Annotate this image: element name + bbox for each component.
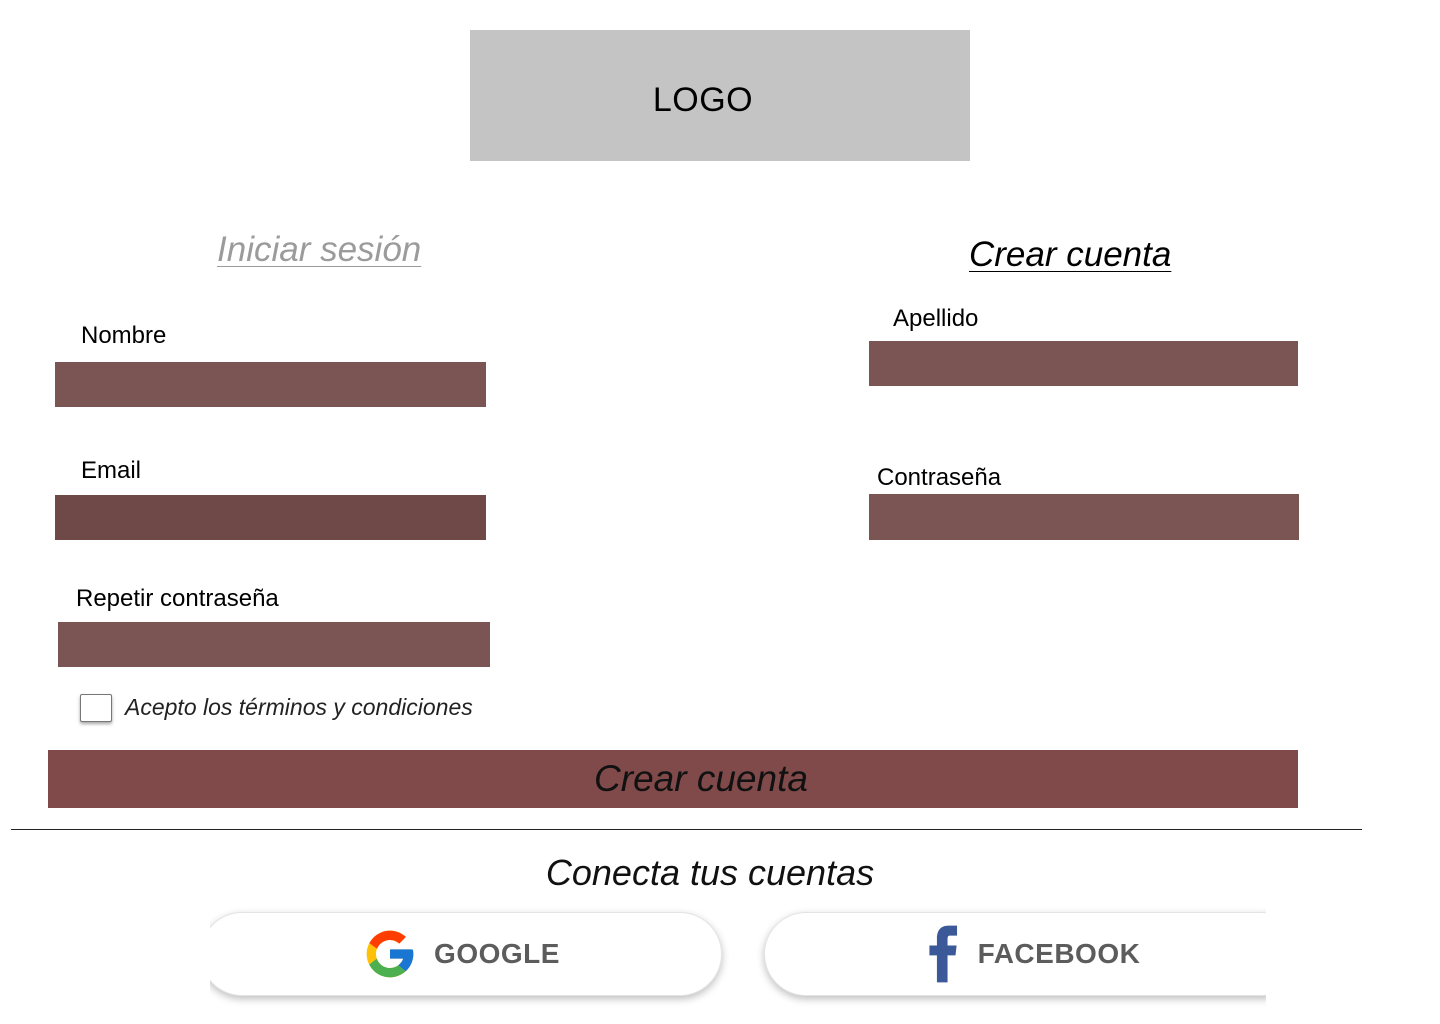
divider (11, 829, 1362, 830)
facebook-login-button[interactable]: FACEBOOK (764, 912, 1304, 996)
repeat-password-label: Repetir contraseña (76, 585, 279, 612)
password-field[interactable] (869, 494, 1299, 540)
apellido-field[interactable] (869, 341, 1298, 386)
terms-checkbox[interactable] (80, 694, 112, 722)
logo-placeholder: LOGO (470, 30, 970, 161)
facebook-label: FACEBOOK (977, 938, 1141, 969)
right-clip (1266, 900, 1440, 1010)
google-label: GOOGLE (434, 938, 560, 969)
tab-login[interactable]: Iniciar sesión (217, 230, 421, 270)
nombre-field[interactable] (55, 362, 486, 407)
facebook-icon (928, 925, 962, 983)
create-account-button[interactable]: Crear cuenta (48, 750, 1298, 808)
create-account-button-label: Crear cuenta (594, 758, 808, 799)
nombre-label: Nombre (81, 322, 167, 349)
google-icon (362, 926, 418, 982)
email-field[interactable] (55, 495, 486, 540)
connect-accounts-title: Conecta tus cuentas (545, 852, 875, 893)
google-login-button[interactable]: GOOGLE (200, 912, 722, 996)
repeat-password-field[interactable] (58, 622, 490, 667)
email-label: Email (81, 457, 142, 484)
terms-label: Acepto los términos y condiciones (125, 694, 473, 720)
password-label: Contraseña (877, 464, 1002, 491)
logo-text: LOGO (652, 81, 754, 119)
left-clip (0, 900, 210, 1010)
tab-create-account[interactable]: Crear cuenta (969, 235, 1171, 275)
apellido-label: Apellido (893, 305, 979, 332)
